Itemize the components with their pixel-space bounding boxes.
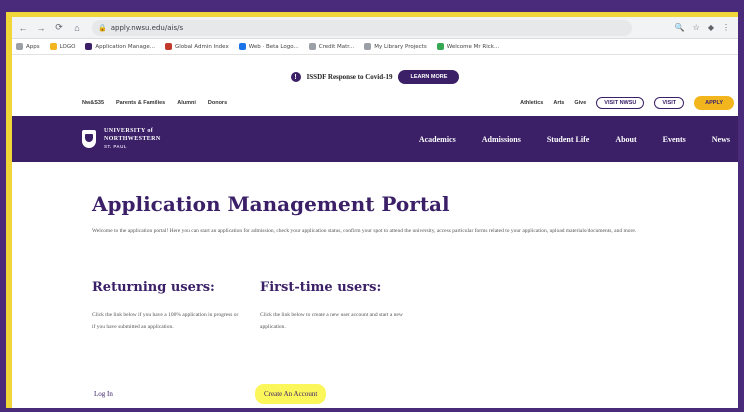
returning-users-section: Returning users: Click the link below if… [92,280,242,333]
nav-student-life[interactable]: Student Life [547,135,589,144]
util-link[interactable]: Parents & Families [116,100,165,106]
main-nav: Academics Admissions Student Life About … [419,135,730,144]
home-icon[interactable]: ⌂ [70,21,84,35]
shield-icon [82,130,96,148]
extensions-icon[interactable]: ◆ [708,23,714,32]
reload-icon[interactable]: ⟳ [52,21,66,35]
alert-text: ISSDF Response to Covid-19 [306,73,393,81]
browser-window: ← → ⟳ ⌂ 🔒 apply.nwsu.edu/ais/s 🔍 ☆ ◆ ⋮ A… [12,17,738,408]
site-header: UNIVERSITY of NORTHWESTERN ST. PAUL Acad… [12,116,738,162]
nav-events[interactable]: Events [663,135,686,144]
university-logo[interactable]: UNIVERSITY of NORTHWESTERN ST. PAUL [82,127,161,151]
back-icon[interactable]: ← [16,21,30,35]
menu-icon[interactable]: ⋮ [722,23,730,32]
visit-button[interactable]: VISIT [654,97,685,109]
nav-academics[interactable]: Academics [419,135,456,144]
logo-sub: ST. PAUL [104,144,127,149]
bookmark-item[interactable]: Web · Beta Logo... [238,43,299,50]
util-link[interactable]: Give [574,100,586,106]
create-account-link[interactable]: Create An Account [258,387,324,401]
zoom-icon[interactable]: 🔍 [675,23,685,32]
utility-nav: Nw&S35 Parents & Families Alumni Donors … [12,94,738,112]
bookmark-item[interactable]: Application Manage... [85,43,155,50]
intro-text: Welcome to the application portal! Here … [92,228,637,234]
address-bar[interactable]: 🔒 apply.nwsu.edu/ais/s [92,19,632,36]
star-icon[interactable]: ☆ [693,23,700,32]
returning-heading: Returning users: [92,280,215,295]
first-time-heading: First-time users: [260,280,382,295]
log-in-link[interactable]: Log In [94,390,113,398]
returning-text: Click the link below if you have a 100% … [92,312,239,330]
util-link[interactable]: Alumni [177,100,196,106]
info-icon: ! [290,72,301,82]
bookmark-item[interactable]: Credit Matr... [308,43,354,50]
covid-alert-banner: ! ISSDF Response to Covid-19 LEARN MORE [12,67,738,87]
bookmarks-bar: Apps LOGO Application Manage... Global A… [12,39,738,55]
url-text: apply.nwsu.edu/ais/s [110,23,184,32]
util-link[interactable]: Donors [208,100,227,106]
visit-nwsu-button[interactable]: VISIT NWSU [596,97,645,109]
learn-more-button[interactable]: LEARN MORE [398,70,460,84]
util-link[interactable]: Athletics [520,100,543,106]
lock-icon: 🔒 [98,23,107,32]
forward-icon[interactable]: → [34,21,48,35]
util-link[interactable]: Arts [553,100,564,106]
bookmark-item[interactable]: My Library Projects [364,43,427,50]
nav-about[interactable]: About [615,135,636,144]
page-title: Application Management Portal [92,192,450,216]
first-time-text: Click the link below to create a new use… [260,312,403,330]
nav-admissions[interactable]: Admissions [482,135,521,144]
browser-toolbar: ← → ⟳ ⌂ 🔒 apply.nwsu.edu/ais/s 🔍 ☆ ◆ ⋮ [12,17,738,39]
util-link[interactable]: Nw&S35 [82,100,104,106]
bookmark-item[interactable]: Apps [16,43,40,50]
bookmark-item[interactable]: Global Admin Index [165,43,229,50]
nav-news[interactable]: News [712,135,730,144]
bookmark-item[interactable]: LOGO [49,43,75,50]
bookmark-item[interactable]: Welcome Mr Rick... [436,43,499,50]
first-time-users-section: First-time users: Click the link below t… [260,280,420,333]
logo-line1: UNIVERSITY of [104,128,154,134]
logo-line2: NORTHWESTERN [104,136,161,142]
apply-button[interactable]: APPLY [694,96,734,110]
